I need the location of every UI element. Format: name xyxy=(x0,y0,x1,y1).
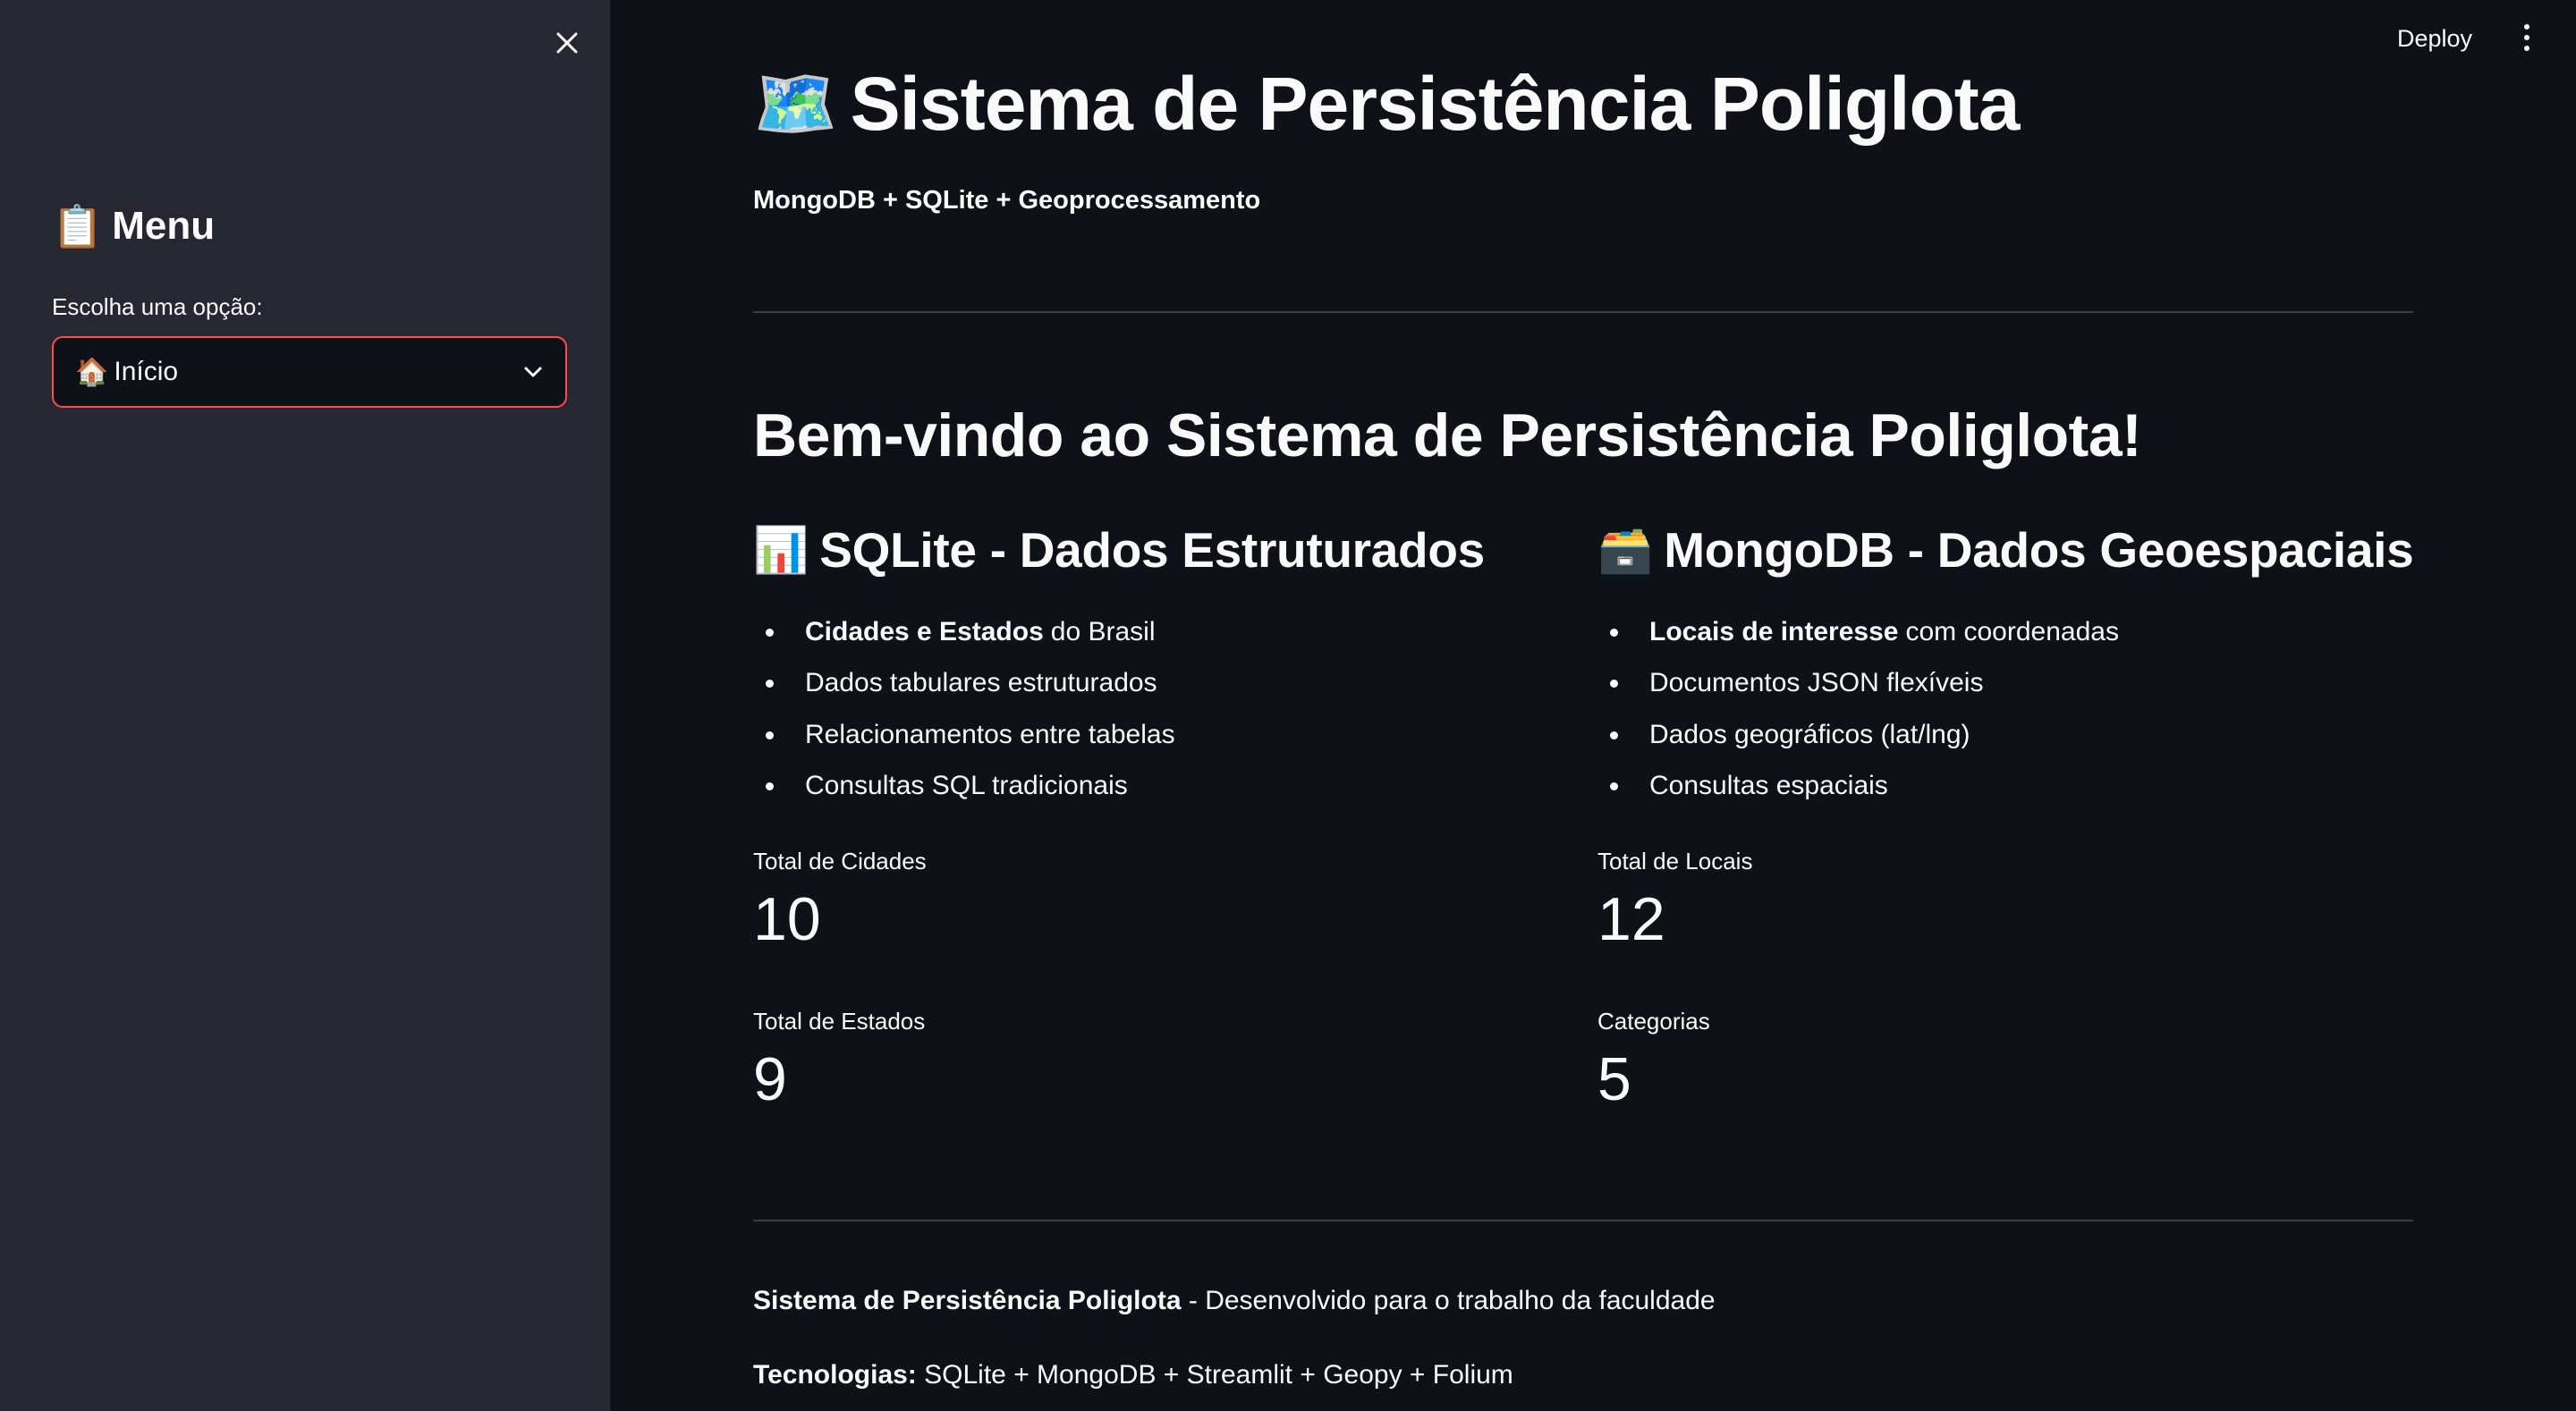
welcome-heading: Bem-vindo ao Sistema de Persistência Pol… xyxy=(753,401,2142,469)
page-subtitle: MongoDB + SQLite + Geoprocessamento xyxy=(753,186,1261,215)
metric-label: Total de Locais xyxy=(1597,848,1753,874)
page-select[interactable]: 🏠 Início xyxy=(52,336,567,408)
close-icon xyxy=(556,32,578,54)
metric-label: Categorias xyxy=(1597,1008,1710,1035)
main-menu-button[interactable] xyxy=(2512,18,2542,57)
sidebar-title-text: Menu xyxy=(112,204,216,248)
sqlite-heading-text: SQLite - Dados Estruturados xyxy=(819,522,1485,578)
page-title: 🗺️ Sistema de Persistência Poliglota xyxy=(753,61,2020,148)
metric-value: 9 xyxy=(753,1045,787,1113)
list-item: Consultas SQL tradicionais xyxy=(753,761,1558,813)
divider xyxy=(753,1220,2413,1221)
mongodb-feature-list: Locais de interesse com coordenadas Docum… xyxy=(1597,606,2402,812)
clipboard-icon: 📋 xyxy=(52,203,104,249)
footer-credits-bold: Sistema de Persistência Poliglota xyxy=(753,1286,1182,1315)
list-item-text: Consultas SQL tradicionais xyxy=(805,771,1128,801)
list-item: Dados geográficos (lat/lng) xyxy=(1597,709,2402,761)
list-item-bold: Locais de interesse xyxy=(1649,616,1899,646)
close-sidebar-button[interactable] xyxy=(547,23,587,63)
kebab-dot xyxy=(2524,24,2529,30)
kebab-dot xyxy=(2524,46,2529,51)
footer-technologies-bold: Tecnologias: xyxy=(753,1360,917,1390)
select-label: Escolha uma opção: xyxy=(52,293,263,320)
metric-total-locais: Total de Locais 12 xyxy=(1597,848,1752,954)
metric-value: 12 xyxy=(1597,885,1665,953)
list-item: Documentos JSON flexíveis xyxy=(1597,658,2402,710)
footer-technologies-text: SQLite + MongoDB + Streamlit + Geopy + F… xyxy=(916,1360,1513,1390)
mongodb-heading-text: MongoDB - Dados Geoespaciais xyxy=(1664,522,2414,578)
list-item: Locais de interesse com coordenadas xyxy=(1597,606,2402,658)
sqlite-feature-list: Cidades e Estados do Brasil Dados tabular… xyxy=(753,606,1558,812)
metric-categorias: Categorias 5 xyxy=(1597,1008,1710,1114)
divider xyxy=(753,311,2413,313)
list-item-text: Documentos JSON flexíveis xyxy=(1649,668,1984,698)
page-title-text: Sistema de Persistência Poliglota xyxy=(850,62,2021,146)
house-icon: 🏠 xyxy=(75,357,109,387)
bar-chart-icon: 📊 xyxy=(753,525,809,575)
footer-credits: Sistema de Persistência Poliglota - Dese… xyxy=(753,1286,1716,1316)
chevron-down-icon xyxy=(524,367,542,377)
list-item-bold: Cidades e Estados xyxy=(805,616,1044,646)
list-item-text: Relacionamentos entre tabelas xyxy=(805,719,1175,749)
mongodb-column: 🗃️ MongoDB - Dados Geoespaciais Locais d… xyxy=(1597,519,2414,1113)
footer-technologies: Tecnologias: SQLite + MongoDB + Streamli… xyxy=(753,1360,1513,1390)
map-icon: 🗺️ xyxy=(753,65,838,142)
sqlite-heading: 📊 SQLite - Dados Estruturados xyxy=(753,519,1558,581)
sidebar-title: 📋 Menu xyxy=(52,204,215,249)
list-item: Cidades e Estados do Brasil xyxy=(753,606,1558,658)
kebab-dot xyxy=(2524,35,2529,40)
metric-total-cidades: Total de Cidades 10 xyxy=(753,848,927,954)
list-item-text: do Brasil xyxy=(1050,616,1156,646)
list-item: Dados tabulares estruturados xyxy=(753,658,1558,710)
app-window: 📋 Menu Escolha uma opção: 🏠 Início Deplo… xyxy=(0,0,2576,1411)
list-item-text: Consultas espaciais xyxy=(1649,771,1888,801)
list-item-text: Dados geográficos (lat/lng) xyxy=(1649,719,1970,749)
list-item: Relacionamentos entre tabelas xyxy=(753,709,1558,761)
metric-value: 10 xyxy=(753,885,821,953)
sqlite-column: 📊 SQLite - Dados Estruturados Cidades e … xyxy=(753,519,1558,1113)
list-item: Consultas espaciais xyxy=(1597,761,2402,813)
main-content: 🗺️ Sistema de Persistência Poliglota Mon… xyxy=(753,0,2414,1411)
mongodb-heading: 🗃️ MongoDB - Dados Geoespaciais xyxy=(1597,519,2414,581)
select-value: 🏠 Início xyxy=(75,357,178,388)
select-value-text: Início xyxy=(114,357,179,386)
metric-label: Total de Estados xyxy=(753,1008,926,1035)
footer-credits-text: - Desenvolvido para o trabalho da faculd… xyxy=(1181,1286,1716,1315)
metric-total-estados: Total de Estados 9 xyxy=(753,1008,925,1114)
sidebar: 📋 Menu Escolha uma opção: 🏠 Início xyxy=(0,0,610,1411)
list-item-text: com coordenadas xyxy=(1905,616,2119,646)
list-item-text: Dados tabulares estruturados xyxy=(805,668,1157,698)
metric-label: Total de Cidades xyxy=(753,848,927,874)
metric-value: 5 xyxy=(1597,1045,1631,1113)
card-file-box-icon: 🗃️ xyxy=(1597,525,1654,575)
